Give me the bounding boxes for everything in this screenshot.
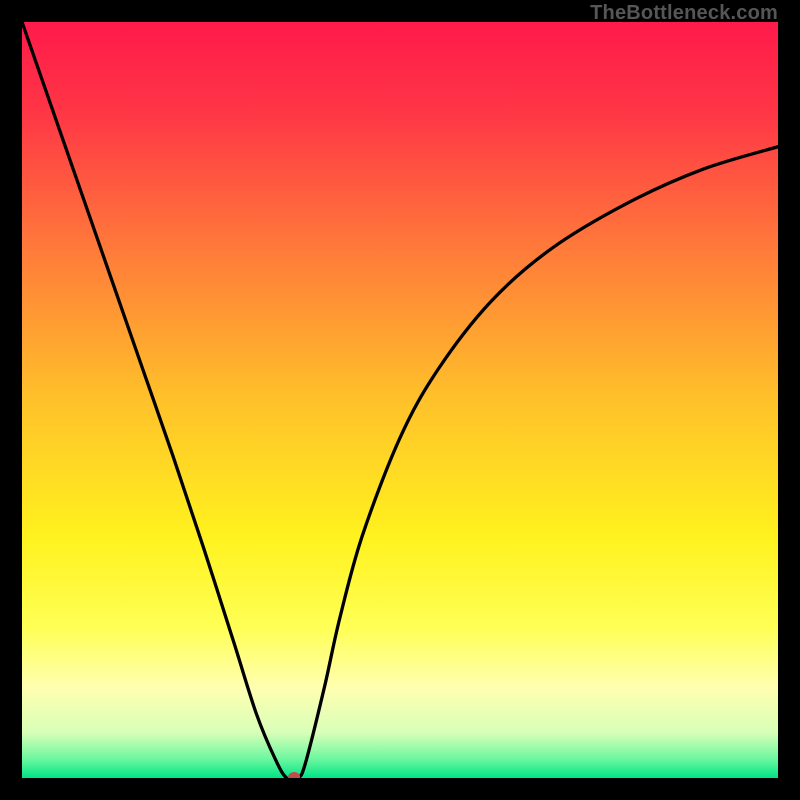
bottleneck-curve	[22, 22, 778, 778]
minimum-marker	[288, 772, 300, 778]
watermark-text: TheBottleneck.com	[590, 2, 778, 25]
curve-layer	[22, 22, 778, 778]
